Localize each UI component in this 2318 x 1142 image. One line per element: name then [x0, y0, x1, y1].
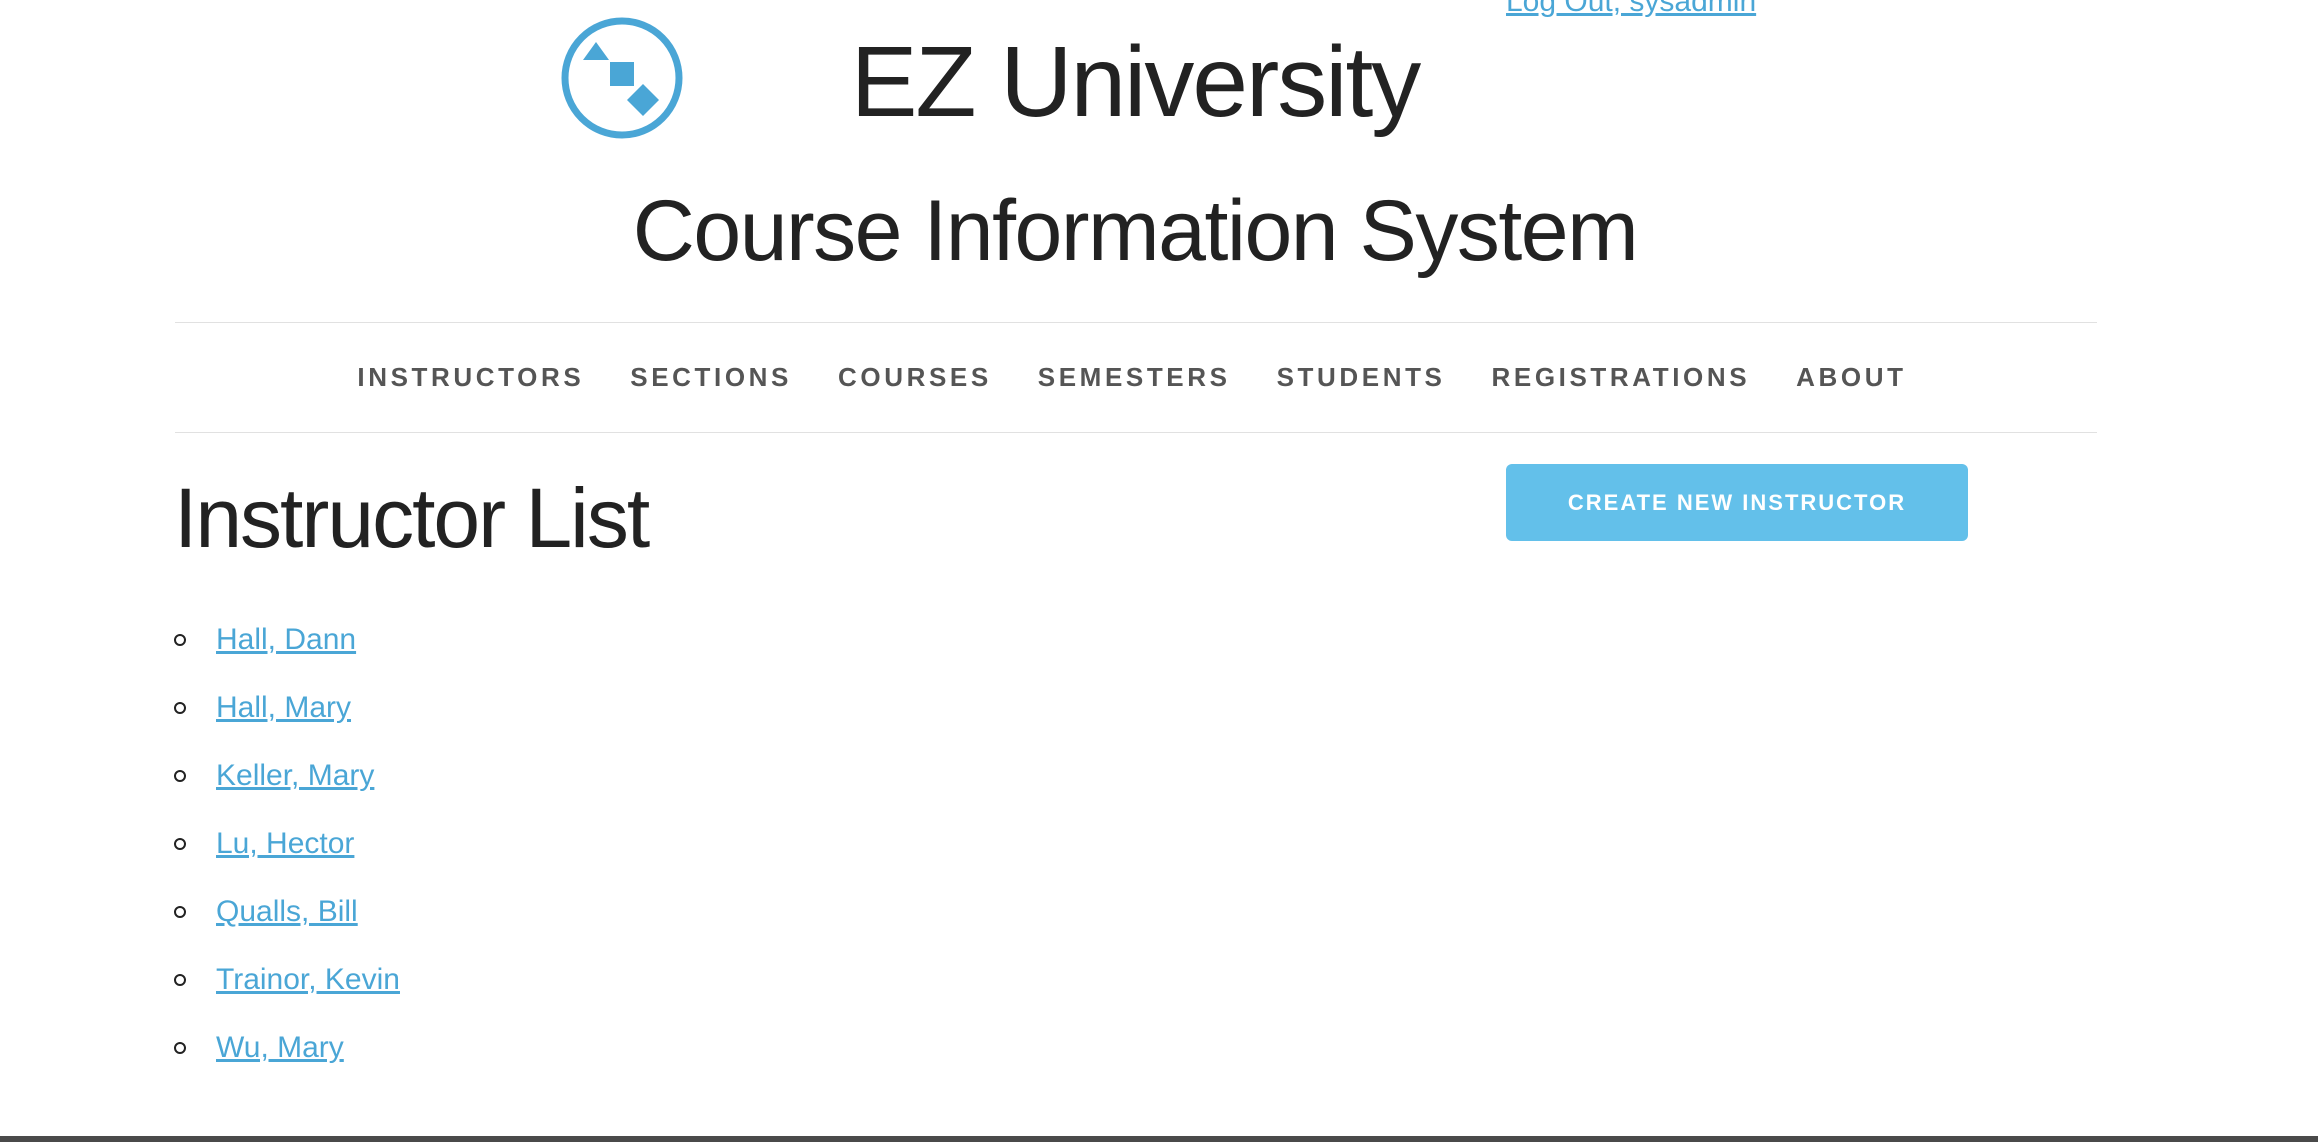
instructor-link[interactable]: Qualls, Bill — [216, 895, 358, 929]
instructor-link[interactable]: Hall, Mary — [216, 691, 351, 725]
instructor-link[interactable]: Keller, Mary — [216, 759, 374, 793]
instructor-link[interactable]: Trainor, Kevin — [216, 963, 400, 997]
list-item: Lu, Hector — [174, 810, 400, 878]
page: EZ University Course Information System … — [0, 0, 2318, 1142]
nav-item-registrations[interactable]: REGISTRATIONS — [1492, 362, 1751, 393]
nav-item-sections[interactable]: SECTIONS — [630, 362, 792, 393]
instructor-link[interactable]: Hall, Dann — [216, 623, 356, 657]
main-nav: INSTRUCTORS SECTIONS COURSES SEMESTERS S… — [175, 323, 2097, 432]
site-subtitle: Course Information System — [632, 183, 1639, 279]
logout-link[interactable]: Log Out, sysadmin — [1506, 0, 1756, 20]
list-item: Trainor, Kevin — [174, 946, 400, 1014]
list-item: Wu, Mary — [174, 1014, 400, 1082]
bullet-icon — [174, 634, 186, 646]
nav-item-students[interactable]: STUDENTS — [1277, 362, 1446, 393]
nav-item-courses[interactable]: COURSES — [838, 362, 992, 393]
bullet-icon — [174, 702, 186, 714]
list-item: Hall, Mary — [174, 674, 400, 742]
list-item: Hall, Dann — [174, 606, 400, 674]
instructor-link[interactable]: Wu, Mary — [216, 1031, 344, 1065]
nav-bottom-divider — [175, 432, 2097, 433]
bullet-icon — [174, 1042, 186, 1054]
nav-item-instructors[interactable]: INSTRUCTORS — [357, 362, 584, 393]
nav-item-semesters[interactable]: SEMESTERS — [1038, 362, 1231, 393]
bullet-icon — [174, 770, 186, 782]
bullet-icon — [174, 838, 186, 850]
instructor-list: Hall, Dann Hall, Mary Keller, Mary Lu, H… — [174, 606, 400, 1082]
site-title: EZ University — [850, 26, 1422, 138]
instructor-link[interactable]: Lu, Hector — [216, 827, 354, 861]
bullet-icon — [174, 974, 186, 986]
list-item: Keller, Mary — [174, 742, 400, 810]
page-title: Instructor List — [174, 471, 650, 565]
nav-item-about[interactable]: ABOUT — [1796, 362, 1906, 393]
create-instructor-button[interactable]: CREATE NEW INSTRUCTOR — [1506, 464, 1968, 541]
footer-bar — [0, 1136, 2318, 1142]
bullet-icon — [174, 906, 186, 918]
list-item: Qualls, Bill — [174, 878, 400, 946]
